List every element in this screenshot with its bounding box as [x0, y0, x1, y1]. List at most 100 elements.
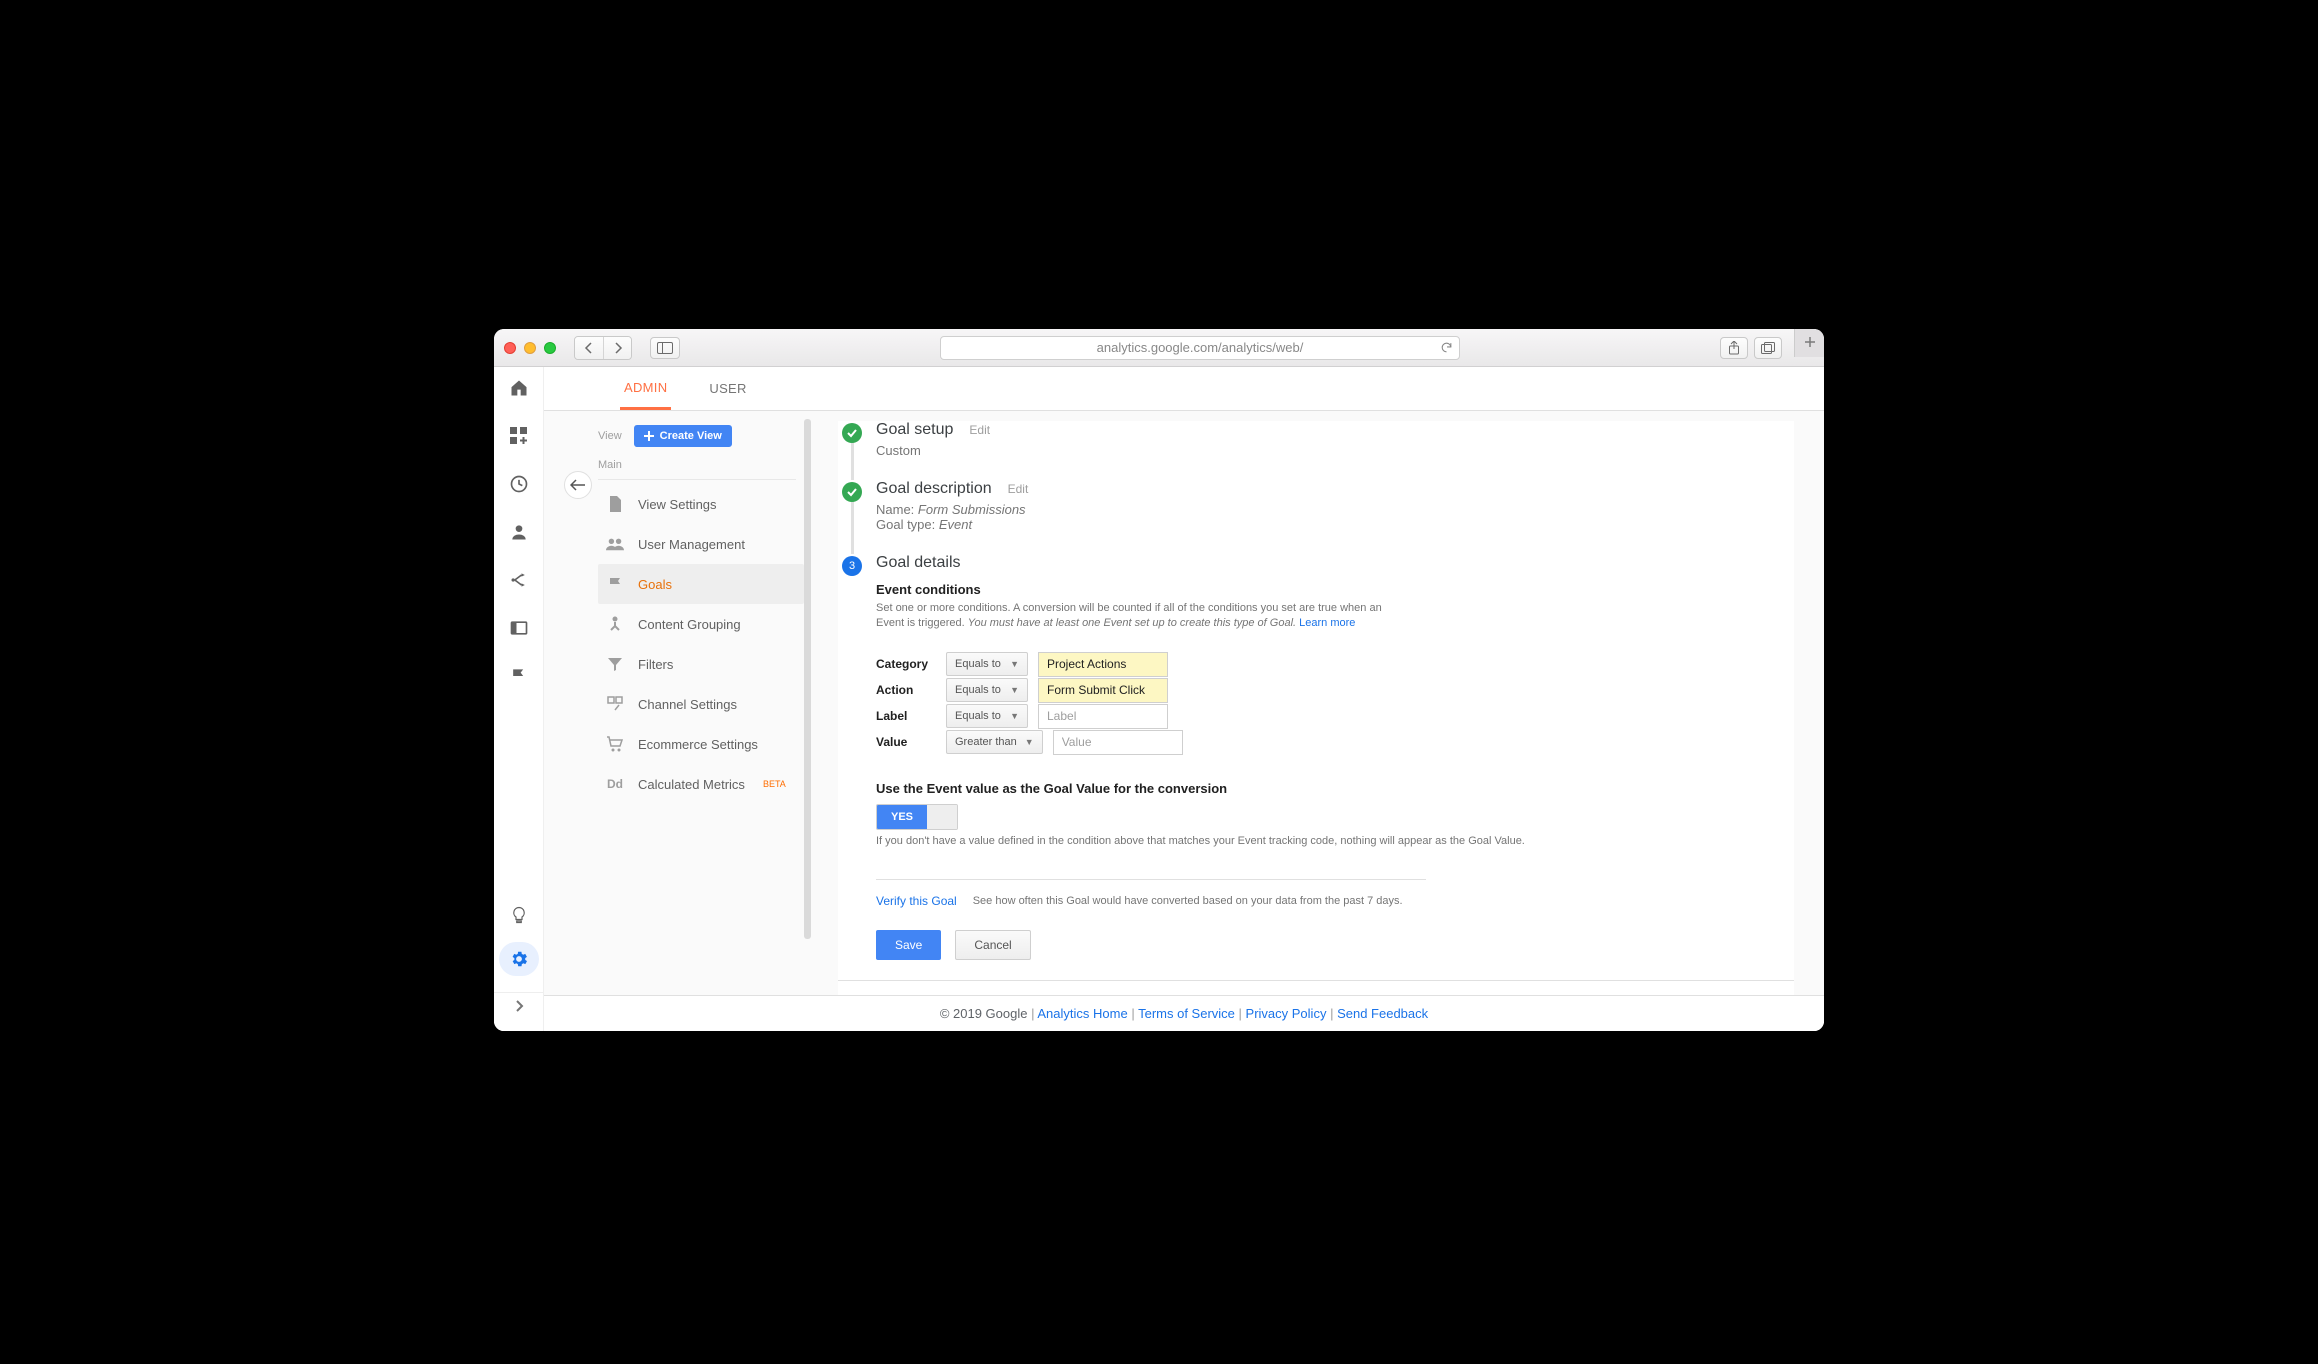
learn-more-link[interactable]: Learn more: [1299, 617, 1355, 629]
rail-bottom: [494, 904, 543, 1031]
operator-dropdown[interactable]: Equals to ▼: [946, 704, 1028, 728]
device-frame: analytics.google.com/analytics/web/: [464, 297, 1854, 1067]
step-subtext: Custom: [876, 443, 1794, 458]
condition-row-value: Value Greater than ▼: [876, 730, 1794, 755]
edit-link[interactable]: Edit: [969, 423, 990, 437]
footer-feedback-link[interactable]: Send Feedback: [1337, 1006, 1428, 1021]
back-button[interactable]: [575, 337, 603, 359]
nav-ecommerce-settings[interactable]: Ecommerce Settings: [598, 724, 804, 764]
use-event-toggle[interactable]: YES: [876, 804, 958, 830]
step-connector: [851, 443, 854, 480]
cart-icon: [606, 736, 624, 752]
operator-dropdown[interactable]: Equals to ▼: [946, 652, 1028, 676]
save-button[interactable]: Save: [876, 930, 941, 960]
nav-item-label: Content Grouping: [638, 617, 741, 632]
nav-audience[interactable]: [508, 521, 530, 543]
nav-discover[interactable]: [508, 904, 530, 926]
chevron-right-icon: [613, 342, 623, 354]
verify-goal-link[interactable]: Verify this Goal: [876, 894, 957, 908]
address-bar[interactable]: analytics.google.com/analytics/web/: [940, 336, 1460, 360]
nav-home[interactable]: [508, 377, 530, 399]
dropdown-value: Equals to: [955, 658, 1001, 670]
dashboard-icon: [510, 427, 528, 445]
tab-user[interactable]: USER: [705, 367, 750, 410]
step-goal-description: Goal description Edit Name: Form Submiss…: [838, 480, 1794, 532]
category-input[interactable]: [1038, 652, 1168, 677]
step-number-badge: 3: [842, 556, 862, 576]
home-icon: [509, 378, 529, 398]
nav-user-management[interactable]: User Management: [598, 524, 804, 564]
browser-window: analytics.google.com/analytics/web/: [494, 329, 1824, 1031]
collapse-rail-button[interactable]: [494, 992, 543, 1019]
nav-realtime[interactable]: [508, 473, 530, 495]
nav-conversions[interactable]: [508, 665, 530, 687]
channel-icon: [606, 696, 624, 712]
step-goal-setup: Goal setup Edit Custom: [838, 421, 1794, 458]
beta-badge: BETA: [763, 779, 786, 789]
value-input[interactable]: [1053, 730, 1183, 755]
create-view-button[interactable]: Create View: [634, 425, 732, 447]
nav-admin[interactable]: [499, 942, 539, 976]
goal-editor-inner: Goal setup Edit Custom: [838, 421, 1794, 995]
nav-goals[interactable]: Goals: [598, 564, 804, 604]
action-input[interactable]: [1038, 678, 1168, 703]
nav-calculated-metrics[interactable]: Dd Calculated Metrics BETA: [598, 764, 804, 804]
operator-dropdown[interactable]: Equals to ▼: [946, 678, 1028, 702]
new-tab-button[interactable]: [1794, 329, 1824, 357]
reload-button[interactable]: [1440, 341, 1453, 354]
use-event-heading: Use the Event value as the Goal Value fo…: [876, 781, 1794, 796]
person-icon: [509, 522, 529, 542]
nav-view-settings[interactable]: View Settings: [598, 484, 804, 524]
dropdown-value: Greater than: [955, 736, 1017, 748]
nav-acquisition[interactable]: [508, 569, 530, 591]
main-column: ADMIN USER View Create View: [544, 367, 1824, 1031]
lightbulb-icon: [510, 906, 528, 924]
fullscreen-window-icon[interactable]: [544, 342, 556, 354]
condition-label: Value: [876, 735, 936, 749]
nav-content-grouping[interactable]: Content Grouping: [598, 604, 804, 644]
tab-admin[interactable]: ADMIN: [620, 367, 671, 410]
analytics-app: ADMIN USER View Create View: [494, 367, 1824, 1031]
show-sidebar-button[interactable]: [650, 337, 680, 359]
nav-behavior[interactable]: [508, 617, 530, 639]
cancel-button[interactable]: Cancel: [955, 930, 1030, 960]
browser-toolbar: analytics.google.com/analytics/web/: [494, 329, 1824, 367]
back-button[interactable]: [564, 471, 592, 499]
share-icon: [1728, 341, 1740, 355]
show-tabs-button[interactable]: [1754, 337, 1782, 359]
minimize-window-icon[interactable]: [524, 342, 536, 354]
footer-copyright: © 2019 Google: [940, 1006, 1028, 1021]
footer-privacy-link[interactable]: Privacy Policy: [1246, 1006, 1327, 1021]
dropdown-value: Equals to: [955, 684, 1001, 696]
share-button[interactable]: [1720, 337, 1748, 359]
step-goal-details: 3 Goal details Event conditions Set one …: [838, 554, 1794, 960]
check-icon: [846, 427, 858, 439]
left-icon-rail: [494, 367, 544, 1031]
operator-dropdown[interactable]: Greater than ▼: [946, 730, 1043, 754]
step-connector: [851, 502, 854, 554]
nav-channel-settings[interactable]: Channel Settings: [598, 684, 804, 724]
nav-customization[interactable]: [508, 425, 530, 447]
plus-icon: [1804, 336, 1816, 348]
step-title: Goal details: [876, 554, 1794, 572]
forward-button[interactable]: [603, 337, 631, 359]
nav-filters[interactable]: Filters: [598, 644, 804, 684]
label-input[interactable]: [1038, 704, 1168, 729]
condition-row-category: Category Equals to ▼: [876, 652, 1794, 677]
use-event-value-section: Use the Event value as the Goal Value fo…: [876, 781, 1794, 849]
toggle-on-label: YES: [877, 805, 927, 829]
acquisition-icon: [509, 570, 529, 590]
reload-icon: [1440, 341, 1453, 354]
step-complete-icon: [842, 482, 862, 502]
nav-item-label: Channel Settings: [638, 697, 737, 712]
type-label: Goal type:: [876, 517, 935, 532]
file-icon: [606, 496, 624, 512]
close-window-icon[interactable]: [504, 342, 516, 354]
condition-label: Action: [876, 683, 936, 697]
condition-label: Label: [876, 709, 936, 723]
footer-tos-link[interactable]: Terms of Service: [1138, 1006, 1235, 1021]
gear-icon: [509, 949, 529, 969]
footer-separator: |: [1239, 1006, 1246, 1021]
edit-link[interactable]: Edit: [1008, 482, 1029, 496]
footer-analytics-home-link[interactable]: Analytics Home: [1037, 1006, 1127, 1021]
